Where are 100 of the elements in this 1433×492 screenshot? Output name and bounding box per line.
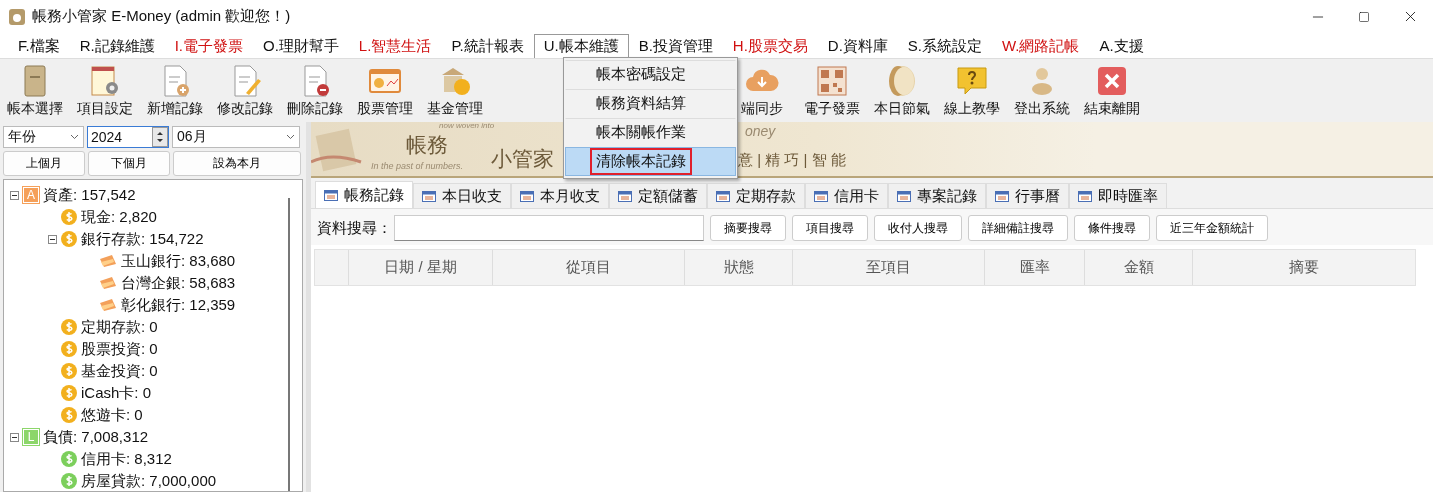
column-header[interactable]: 日期 / 星期: [348, 250, 492, 285]
tree-item[interactable]: 基金投資: 0: [81, 361, 158, 381]
tab[interactable]: 帳務記錄: [315, 181, 413, 208]
table-icon: [814, 190, 828, 202]
period-button[interactable]: 上個月: [3, 151, 85, 176]
column-header[interactable]: 狀態: [684, 250, 792, 285]
tree-item[interactable]: 資產: 157,542: [43, 185, 136, 205]
period-button[interactable]: 設為本月: [173, 151, 301, 176]
toolbar-button[interactable]: 股票管理: [350, 59, 420, 122]
dropdown-item[interactable]: 帳本密碼設定: [565, 60, 736, 89]
table-icon: [618, 190, 632, 202]
period-button[interactable]: 下個月: [88, 151, 170, 176]
close-icon: [1095, 65, 1129, 97]
spinner-arrows-icon: [152, 127, 168, 147]
search-button[interactable]: 項目搜尋: [792, 215, 868, 241]
category-badge: L: [23, 429, 39, 445]
qr-code-icon: [815, 65, 849, 97]
table-icon: [324, 189, 338, 201]
category-badge: A: [23, 187, 39, 203]
tab[interactable]: 本日收支: [413, 183, 511, 208]
tab[interactable]: 行事曆: [986, 183, 1069, 208]
toolbar-button[interactable]: 基金管理: [420, 59, 490, 122]
toolbar-button[interactable]: 結束離開: [1077, 59, 1147, 122]
maximize-button[interactable]: [1358, 10, 1370, 23]
dollar-coin-icon: [61, 473, 77, 489]
table-icon: [422, 190, 436, 202]
tree-item[interactable]: 定期存款: 0: [81, 317, 158, 337]
search-button[interactable]: 摘要搜尋: [710, 215, 786, 241]
toolbar-button[interactable]: 刪除記錄: [280, 59, 350, 122]
dollar-coin-icon: [61, 341, 77, 357]
collapse-toggle[interactable]: [48, 234, 57, 244]
mode-select[interactable]: 年份: [3, 126, 84, 148]
column-header[interactable]: 匯率: [984, 250, 1084, 285]
tree-item[interactable]: 房屋貸款: 7,000,000: [81, 471, 217, 491]
help-icon: [955, 65, 989, 97]
chevron-down-icon: [70, 134, 79, 140]
table-icon: [897, 190, 911, 202]
table-icon: [995, 190, 1009, 202]
toolbar-button[interactable]: 電子發票: [797, 59, 867, 122]
tab[interactable]: 信用卡: [805, 183, 888, 208]
dropdown-item[interactable]: 帳務資料結算: [565, 89, 736, 118]
tab[interactable]: 定額儲蓄: [609, 183, 707, 208]
month-select[interactable]: 06月: [172, 126, 300, 148]
column-header[interactable]: 摘要: [1192, 250, 1415, 285]
card-icon: [99, 298, 117, 312]
toolbar-button[interactable]: 修改記錄: [210, 59, 280, 122]
year-spinner[interactable]: 2024: [87, 126, 169, 148]
tree-item[interactable]: 玉山銀行: 83,680: [121, 251, 236, 271]
tree-item[interactable]: 台灣企銀: 58,683: [121, 273, 236, 293]
column-header[interactable]: 至項目: [792, 250, 984, 285]
dollar-coin-icon: [61, 209, 77, 225]
search-button[interactable]: 收付人搜尋: [874, 215, 962, 241]
table-icon: [520, 190, 534, 202]
banner-text: In the past of numbers.: [371, 162, 464, 172]
banner-text: oney: [745, 124, 776, 140]
column-header[interactable]: 金額: [1084, 250, 1192, 285]
dollar-coin-icon: [61, 385, 77, 401]
tab[interactable]: 即時匯率: [1069, 183, 1167, 208]
tree-item[interactable]: 彰化銀行: 12,359: [121, 295, 236, 315]
tree-item[interactable]: 負債: 7,008,312: [43, 427, 149, 447]
collapse-toggle[interactable]: [10, 190, 19, 200]
card-icon: [99, 254, 117, 268]
tree-item[interactable]: 銀行存款: 154,722: [81, 229, 204, 249]
tree-item[interactable]: iCash卡: 0: [81, 383, 152, 403]
dollar-coin-icon: [61, 363, 77, 379]
toolbar-button[interactable]: 登出系統: [1007, 59, 1077, 122]
toolbar-button[interactable]: 新增記錄: [140, 59, 210, 122]
dollar-coin-icon: [61, 231, 77, 247]
tab[interactable]: 本月收支: [511, 183, 609, 208]
column-header[interactable]: 從項目: [492, 250, 684, 285]
dropdown-item[interactable]: 清除帳本記錄: [565, 147, 736, 176]
search-field[interactable]: [394, 215, 704, 241]
dollar-coin-icon: [61, 451, 77, 467]
banner-title: 小管家: [491, 147, 554, 171]
tree-item[interactable]: 現金: 2,820: [81, 207, 157, 227]
tree-item[interactable]: 股票投資: 0: [81, 339, 158, 359]
search-button[interactable]: 條件搜尋: [1074, 215, 1150, 241]
tree-item[interactable]: 悠遊卡: 0: [81, 405, 143, 425]
card-icon: [99, 276, 117, 290]
chevron-down-icon: [286, 134, 295, 140]
menu-item[interactable]: U.帳本維護: [533, 34, 629, 58]
search-button[interactable]: 詳細備註搜尋: [968, 215, 1068, 241]
search-button[interactable]: 近三年金額統計: [1156, 215, 1268, 241]
banner-title: 帳務: [406, 133, 448, 157]
dollar-coin-icon: [61, 407, 77, 423]
search-label: 資料搜尋：: [317, 218, 392, 238]
tab[interactable]: 定期存款: [707, 183, 805, 208]
tab[interactable]: 專案記錄: [888, 183, 986, 208]
collapse-toggle[interactable]: [10, 432, 19, 442]
dollar-coin-icon: [61, 319, 77, 335]
window-title: 帳務小管家 E-Money (admin 歡迎您！): [32, 7, 292, 26]
tree-item[interactable]: 信用卡: 8,312: [81, 449, 172, 469]
toolbar-button[interactable]: 帳本選擇: [0, 59, 70, 122]
banner-slogan: 意 | 精 巧 | 智 能: [738, 152, 846, 169]
toolbar-button[interactable]: 項目設定: [70, 59, 140, 122]
table-icon: [716, 190, 730, 202]
toolbar-button[interactable]: 線上教學: [937, 59, 1007, 122]
table-icon: [1078, 190, 1092, 202]
app-icon: [8, 7, 26, 26]
toolbar-button[interactable]: 本日節氣: [867, 59, 937, 122]
